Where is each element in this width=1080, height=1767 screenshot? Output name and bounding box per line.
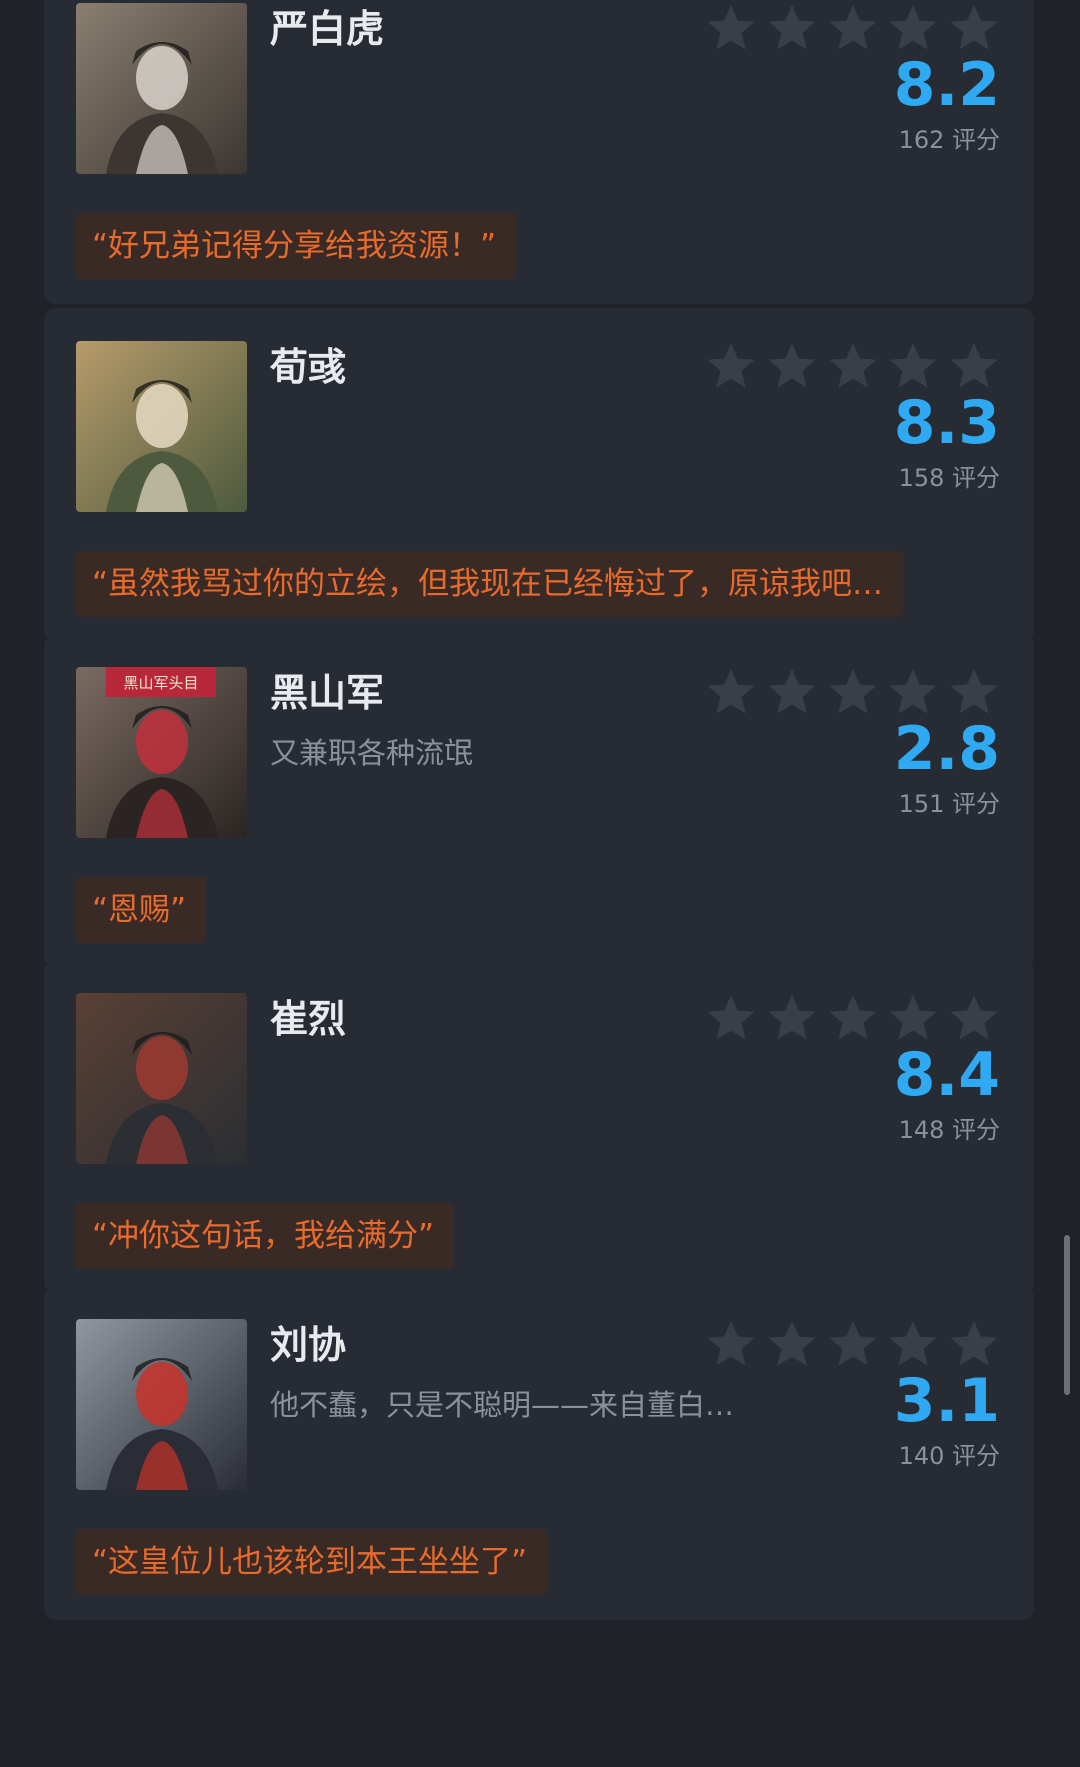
star-icon[interactable] (766, 340, 818, 392)
star-icon[interactable] (705, 992, 757, 1044)
avatar[interactable] (76, 993, 247, 1164)
average-score: 8.3 (893, 388, 1000, 458)
avatar-banner-text: 黑山军头目 (123, 674, 198, 692)
review-card[interactable]: 严白虎 8.2 162 评分 “好兄弟记得分享给我资源！” (44, 0, 1034, 304)
avatar[interactable] (76, 341, 247, 512)
character-subtitle: 他不蠢，只是不聪明——来自董白… (270, 1388, 735, 1422)
review-feed: 严白虎 8.2 162 评分 “好兄弟记得分享给我资源！” 荀彧 8.3 158 评分 “虽然… (0, 0, 1080, 1767)
avatar[interactable] (76, 3, 247, 174)
star-rating[interactable] (705, 992, 1000, 1044)
featured-comment[interactable]: “好兄弟记得分享给我资源！” (76, 213, 517, 279)
average-score: 3.1 (893, 1366, 1000, 1436)
star-icon[interactable] (948, 1318, 1000, 1370)
character-name: 崔烈 (270, 997, 347, 1041)
star-icon[interactable] (705, 340, 757, 392)
star-rating[interactable] (705, 1318, 1000, 1370)
star-icon[interactable] (887, 992, 939, 1044)
star-icon[interactable] (766, 2, 818, 54)
portrait-icon (76, 341, 247, 512)
featured-comment[interactable]: “冲你这句话，我给满分” (76, 1203, 455, 1269)
scrollbar[interactable] (1064, 1235, 1070, 1395)
star-icon[interactable] (766, 992, 818, 1044)
star-icon[interactable] (705, 666, 757, 718)
star-icon[interactable] (887, 2, 939, 54)
average-score: 8.2 (893, 50, 1000, 120)
average-score: 8.4 (893, 1040, 1000, 1110)
character-name: 刘协 (270, 1323, 347, 1367)
star-icon[interactable] (827, 666, 879, 718)
star-icon[interactable] (887, 666, 939, 718)
review-card[interactable]: 荀彧 8.3 158 评分 “虽然我骂过你的立绘，但我现在已经悔过了，原谅我吧… (44, 308, 1034, 642)
star-icon[interactable] (705, 2, 757, 54)
portrait-icon (76, 1319, 247, 1490)
star-icon[interactable] (766, 1318, 818, 1370)
character-name: 黑山军 (270, 671, 385, 715)
portrait-icon (76, 993, 247, 1164)
average-score: 2.8 (893, 714, 1000, 784)
star-icon[interactable] (827, 1318, 879, 1370)
review-card[interactable]: 崔烈 8.4 148 评分 “冲你这句话，我给满分” (44, 960, 1034, 1294)
rating-count: 148 评分 (898, 1116, 1000, 1144)
star-icon[interactable] (948, 992, 1000, 1044)
star-rating[interactable] (705, 2, 1000, 54)
star-icon[interactable] (948, 340, 1000, 392)
rating-count: 158 评分 (898, 464, 1000, 492)
character-name: 荀彧 (270, 345, 347, 389)
star-rating[interactable] (705, 666, 1000, 718)
star-icon[interactable] (827, 2, 879, 54)
avatar[interactable]: 黑山军头目 (76, 667, 247, 838)
star-icon[interactable] (948, 2, 1000, 54)
character-name: 严白虎 (270, 7, 385, 51)
rating-count: 140 评分 (898, 1442, 1000, 1470)
rating-count: 151 评分 (898, 790, 1000, 818)
star-icon[interactable] (887, 1318, 939, 1370)
portrait-icon: 黑山军头目 (76, 667, 247, 838)
star-icon[interactable] (948, 666, 1000, 718)
featured-comment[interactable]: “这皇位儿也该轮到本王坐坐了” (76, 1529, 548, 1595)
star-rating[interactable] (705, 340, 1000, 392)
review-card[interactable]: 黑山军头目 黑山军又兼职各种流氓 2.8 151 评分 “恩赐” (44, 634, 1034, 968)
review-card[interactable]: 刘协他不蠢，只是不聪明——来自董白… 3.1 140 评分 “这皇位儿也该轮到本王坐坐… (44, 1286, 1034, 1620)
star-icon[interactable] (827, 992, 879, 1044)
character-subtitle: 又兼职各种流氓 (270, 736, 474, 770)
rating-count: 162 评分 (898, 126, 1000, 154)
avatar[interactable] (76, 1319, 247, 1490)
star-icon[interactable] (705, 1318, 757, 1370)
featured-comment[interactable]: “虽然我骂过你的立绘，但我现在已经悔过了，原谅我吧… (76, 551, 904, 617)
featured-comment[interactable]: “恩赐” (76, 877, 207, 943)
star-icon[interactable] (887, 340, 939, 392)
star-icon[interactable] (766, 666, 818, 718)
star-icon[interactable] (827, 340, 879, 392)
portrait-icon (76, 3, 247, 174)
